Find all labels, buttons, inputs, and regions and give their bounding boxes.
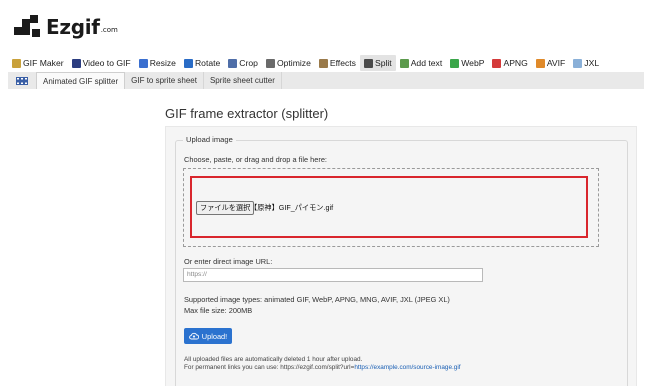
permanent-link-note: For permanent links you can use: https:/… [184,364,461,371]
webp-icon [450,58,460,68]
brand-name: Ezgif [46,15,100,39]
nav-rotate[interactable]: Rotate [180,55,224,71]
nav-label: Rotate [194,58,221,68]
drop-label: Choose, paste, or drag and drop a file h… [184,155,327,164]
image-url-input[interactable]: https:// [183,268,483,282]
nav-split[interactable]: Split [359,55,396,71]
nav-label: WebP [461,58,485,68]
tab-animated-gif-splitter[interactable]: Animated GIF splitter [36,72,126,89]
gif-maker-icon [12,58,21,68]
nav-label: Video to GIF [82,58,131,68]
upload-legend: Upload image [183,135,236,144]
nav-video-to-gif[interactable]: Video to GIF [68,55,135,71]
nav-gif-maker[interactable]: GIF Maker [8,55,68,71]
apng-icon [492,58,502,68]
permanent-link-prefix: For permanent links you can use: https:/… [184,364,355,371]
supported-types: Supported image types: animated GIF, Web… [184,295,450,304]
selected-file-name: 【原神】GIF_パイモン.gif [250,203,334,212]
effects-icon [318,58,328,68]
max-file-size: Max file size: 200MB [184,306,253,315]
add-text-icon [399,58,409,68]
nav-add-text[interactable]: Add text [396,55,447,71]
nav-resize[interactable]: Resize [135,55,180,71]
nav-label: Resize [149,58,176,68]
url-label: Or enter direct image URL: [184,257,273,266]
nav-label: Add text [410,58,443,68]
sub-nav: Animated GIF splitter GIF to sprite shee… [8,72,644,89]
nav-label: APNG [503,58,528,68]
upload-button[interactable]: Upload! [184,328,232,344]
main-nav: GIF Maker Video to GIF Resize Rotate Crop Opt… [8,55,603,71]
nav-optimize[interactable]: Optimize [262,55,315,71]
avif-icon [535,58,545,68]
nav-apng[interactable]: APNG [488,55,531,71]
nav-avif[interactable]: AVIF [532,55,569,71]
nav-effects[interactable]: Effects [315,55,360,71]
video-to-gif-icon [71,58,81,68]
upload-button-label: Upload! [201,331,228,341]
nav-crop[interactable]: Crop [224,55,262,71]
split-icon [363,58,373,68]
optimize-icon [265,58,275,68]
tab-gif-to-sprite-sheet[interactable]: GIF to sprite sheet [125,72,204,89]
choose-file-button[interactable]: ファイルを選択 [196,201,255,215]
rotate-icon [183,58,193,68]
nav-label: JXL [584,58,600,68]
nav-webp[interactable]: WebP [446,55,488,71]
auto-delete-note: All uploaded files are automatically del… [184,356,363,363]
permanent-link-example[interactable]: https://example.com/source-image.gif [354,364,460,371]
crop-icon [228,58,238,68]
cloud-upload-icon [188,332,199,340]
resize-icon [138,58,148,68]
sub-nav-icon[interactable] [8,72,36,89]
nav-label: Split [374,58,392,68]
tab-sprite-sheet-cutter[interactable]: Sprite sheet cutter [204,72,282,89]
nav-jxl[interactable]: JXL [569,55,603,71]
nav-label: Crop [239,58,258,68]
nav-label: AVIF [546,58,566,68]
ezgif-logo-icon [14,15,40,37]
ezgif-logo[interactable]: Ezgif .com [14,12,118,42]
nav-label: GIF Maker [23,58,64,68]
nav-label: Effects [329,58,356,68]
jxl-icon [573,58,583,68]
film-strip-icon [16,76,28,85]
nav-label: Optimize [276,58,311,68]
page-title: GIF frame extractor (splitter) [165,106,329,121]
brand-suffix: .com [100,26,118,34]
